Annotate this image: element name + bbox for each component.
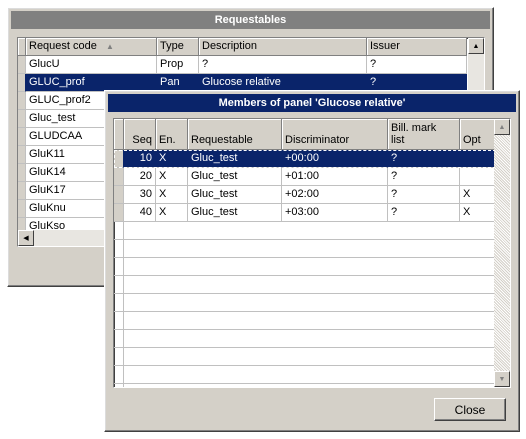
requestables-title: Requestables	[214, 14, 287, 26]
table-row[interactable]: GlucU Prop ? ?	[18, 56, 467, 74]
column-header-bill-mark-list[interactable]: Bill. mark list	[388, 119, 460, 150]
members-header-row: Seq En. Requestable Discriminator Bill. …	[114, 119, 496, 150]
scroll-left-button[interactable]: ◀	[18, 230, 34, 246]
scroll-up-button[interactable]: ▲	[494, 119, 510, 135]
sort-ascending-icon: ▲	[105, 42, 114, 51]
column-header-description[interactable]: Description	[199, 38, 367, 56]
members-grid: Seq En. Requestable Discriminator Bill. …	[113, 118, 511, 388]
close-button[interactable]: Close	[434, 398, 506, 421]
scroll-down-button[interactable]: ▼	[494, 371, 510, 387]
empty-grid-area	[114, 222, 496, 387]
row-indicator-header	[18, 38, 26, 56]
members-titlebar: Members of panel 'Glucose relative'	[108, 94, 516, 112]
column-header-type[interactable]: Type	[157, 38, 199, 56]
requestables-horizontal-scrollbar[interactable]: ◀	[18, 230, 118, 246]
members-vertical-scrollbar[interactable]: ▲ ▼	[494, 119, 510, 387]
column-header-issuer[interactable]: Issuer	[367, 38, 467, 56]
column-header-enabled[interactable]: En.	[156, 119, 188, 150]
column-header-request-code[interactable]: Request code ▲	[26, 38, 157, 56]
arrow-down-icon: ▼	[498, 375, 506, 383]
scroll-up-button[interactable]: ▲	[468, 38, 484, 54]
row-indicator-header	[114, 119, 124, 150]
column-header-seq[interactable]: Seq	[124, 119, 156, 150]
requestables-titlebar: Requestables	[11, 11, 490, 29]
members-window: Members of panel 'Glucose relative' Seq …	[104, 90, 520, 432]
table-row-selected[interactable]: 10 X Gluc_test +00:00 ?	[114, 150, 496, 168]
requestables-header-row: Request code ▲ Type Description Issuer	[18, 38, 467, 56]
arrow-up-icon: ▲	[498, 123, 506, 131]
column-header-opt[interactable]: Opt	[460, 119, 496, 150]
column-header-discriminator[interactable]: Discriminator	[282, 119, 388, 150]
table-row[interactable]: 40 X Gluc_test +03:00 ? X	[114, 204, 496, 222]
arrow-left-icon: ◀	[23, 235, 29, 242]
table-row[interactable]: 20 X Gluc_test +01:00 ?	[114, 168, 496, 186]
arrow-up-icon: ▲	[472, 42, 480, 50]
table-row[interactable]: 30 X Gluc_test +02:00 ? X	[114, 186, 496, 204]
members-title: Members of panel 'Glucose relative'	[218, 97, 406, 109]
column-header-requestable[interactable]: Requestable	[188, 119, 282, 150]
